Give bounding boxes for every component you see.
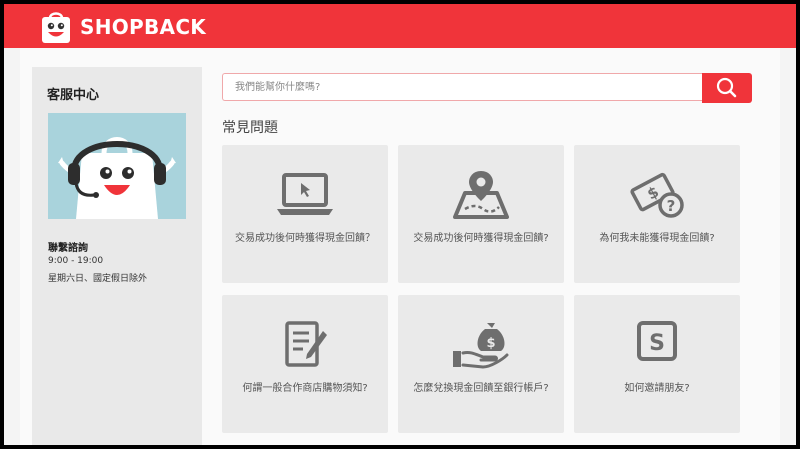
document-pen-icon bbox=[285, 321, 327, 367]
faq-title: 常見問題 bbox=[222, 120, 278, 136]
customer-service-sidebar: 客服中心 聯繫諮詢 9:00 - 19:00 星期六日、國定假日除外 bbox=[32, 67, 202, 445]
search-bar bbox=[222, 73, 752, 103]
top-header: SHOPBACK bbox=[4, 4, 796, 48]
faq-card-partner-store-notice[interactable]: 何謂一般合作商店購物須知? bbox=[222, 295, 388, 433]
faq-card-redeem-to-bank[interactable]: $ 怎麼兌換現金回饋至銀行帳戶? bbox=[398, 295, 564, 433]
app-window: SHOPBACK 客服中心 聯繫諮詢 9:00 - 19:00 星期六日、國定假… bbox=[4, 4, 796, 445]
headset-mascot-icon bbox=[58, 137, 176, 219]
faq-card-label: 交易成功後何時獲得現金回饋? bbox=[413, 233, 549, 244]
sidebar-title: 客服中心 bbox=[47, 88, 100, 103]
contact-days-note: 星期六日、國定假日除外 bbox=[48, 274, 148, 284]
laptop-icon bbox=[277, 173, 333, 215]
support-mascot-image bbox=[48, 113, 186, 219]
contact-label: 聯繫諮詢 bbox=[48, 243, 88, 254]
faq-card-cashback-timing[interactable]: 交易成功後何時獲得現金回饋？ bbox=[222, 145, 388, 283]
shopback-s-icon: S bbox=[637, 321, 677, 361]
search-input[interactable] bbox=[222, 73, 702, 101]
faq-card-invite-friends[interactable]: S 如何邀請朋友? bbox=[574, 295, 740, 433]
search-icon bbox=[716, 77, 737, 98]
faq-card-missing-cashback[interactable]: $ ? 為何我未能獲得現金回饋? bbox=[574, 145, 740, 283]
faq-card-label: 何謂一般合作商店購物須知? bbox=[242, 383, 368, 394]
contact-hours: 9:00 - 19:00 bbox=[48, 256, 104, 266]
shopback-bag-icon bbox=[42, 12, 70, 43]
faq-card-label: 為何我未能獲得現金回饋? bbox=[599, 233, 715, 244]
faq-card-label: 如何邀請朋友? bbox=[624, 383, 690, 394]
faq-card-label: 怎麼兌換現金回饋至銀行帳戶? bbox=[413, 383, 549, 394]
faq-card-label: 交易成功後何時獲得現金回饋？ bbox=[235, 233, 375, 244]
money-bag-hand-icon: $ bbox=[453, 323, 509, 369]
svg-text:?: ? bbox=[667, 197, 676, 215]
svg-text:$: $ bbox=[486, 336, 495, 351]
shopback-logo[interactable]: SHOPBACK bbox=[36, 9, 206, 45]
svg-text:S: S bbox=[649, 331, 665, 356]
faq-card-cashback-timing-2[interactable]: 交易成功後何時獲得現金回饋? bbox=[398, 145, 564, 283]
search-button[interactable] bbox=[702, 73, 752, 103]
map-pin-icon bbox=[453, 171, 509, 219]
brand-name: SHOPBACK bbox=[80, 15, 207, 39]
money-question-icon: $ ? bbox=[630, 172, 684, 218]
